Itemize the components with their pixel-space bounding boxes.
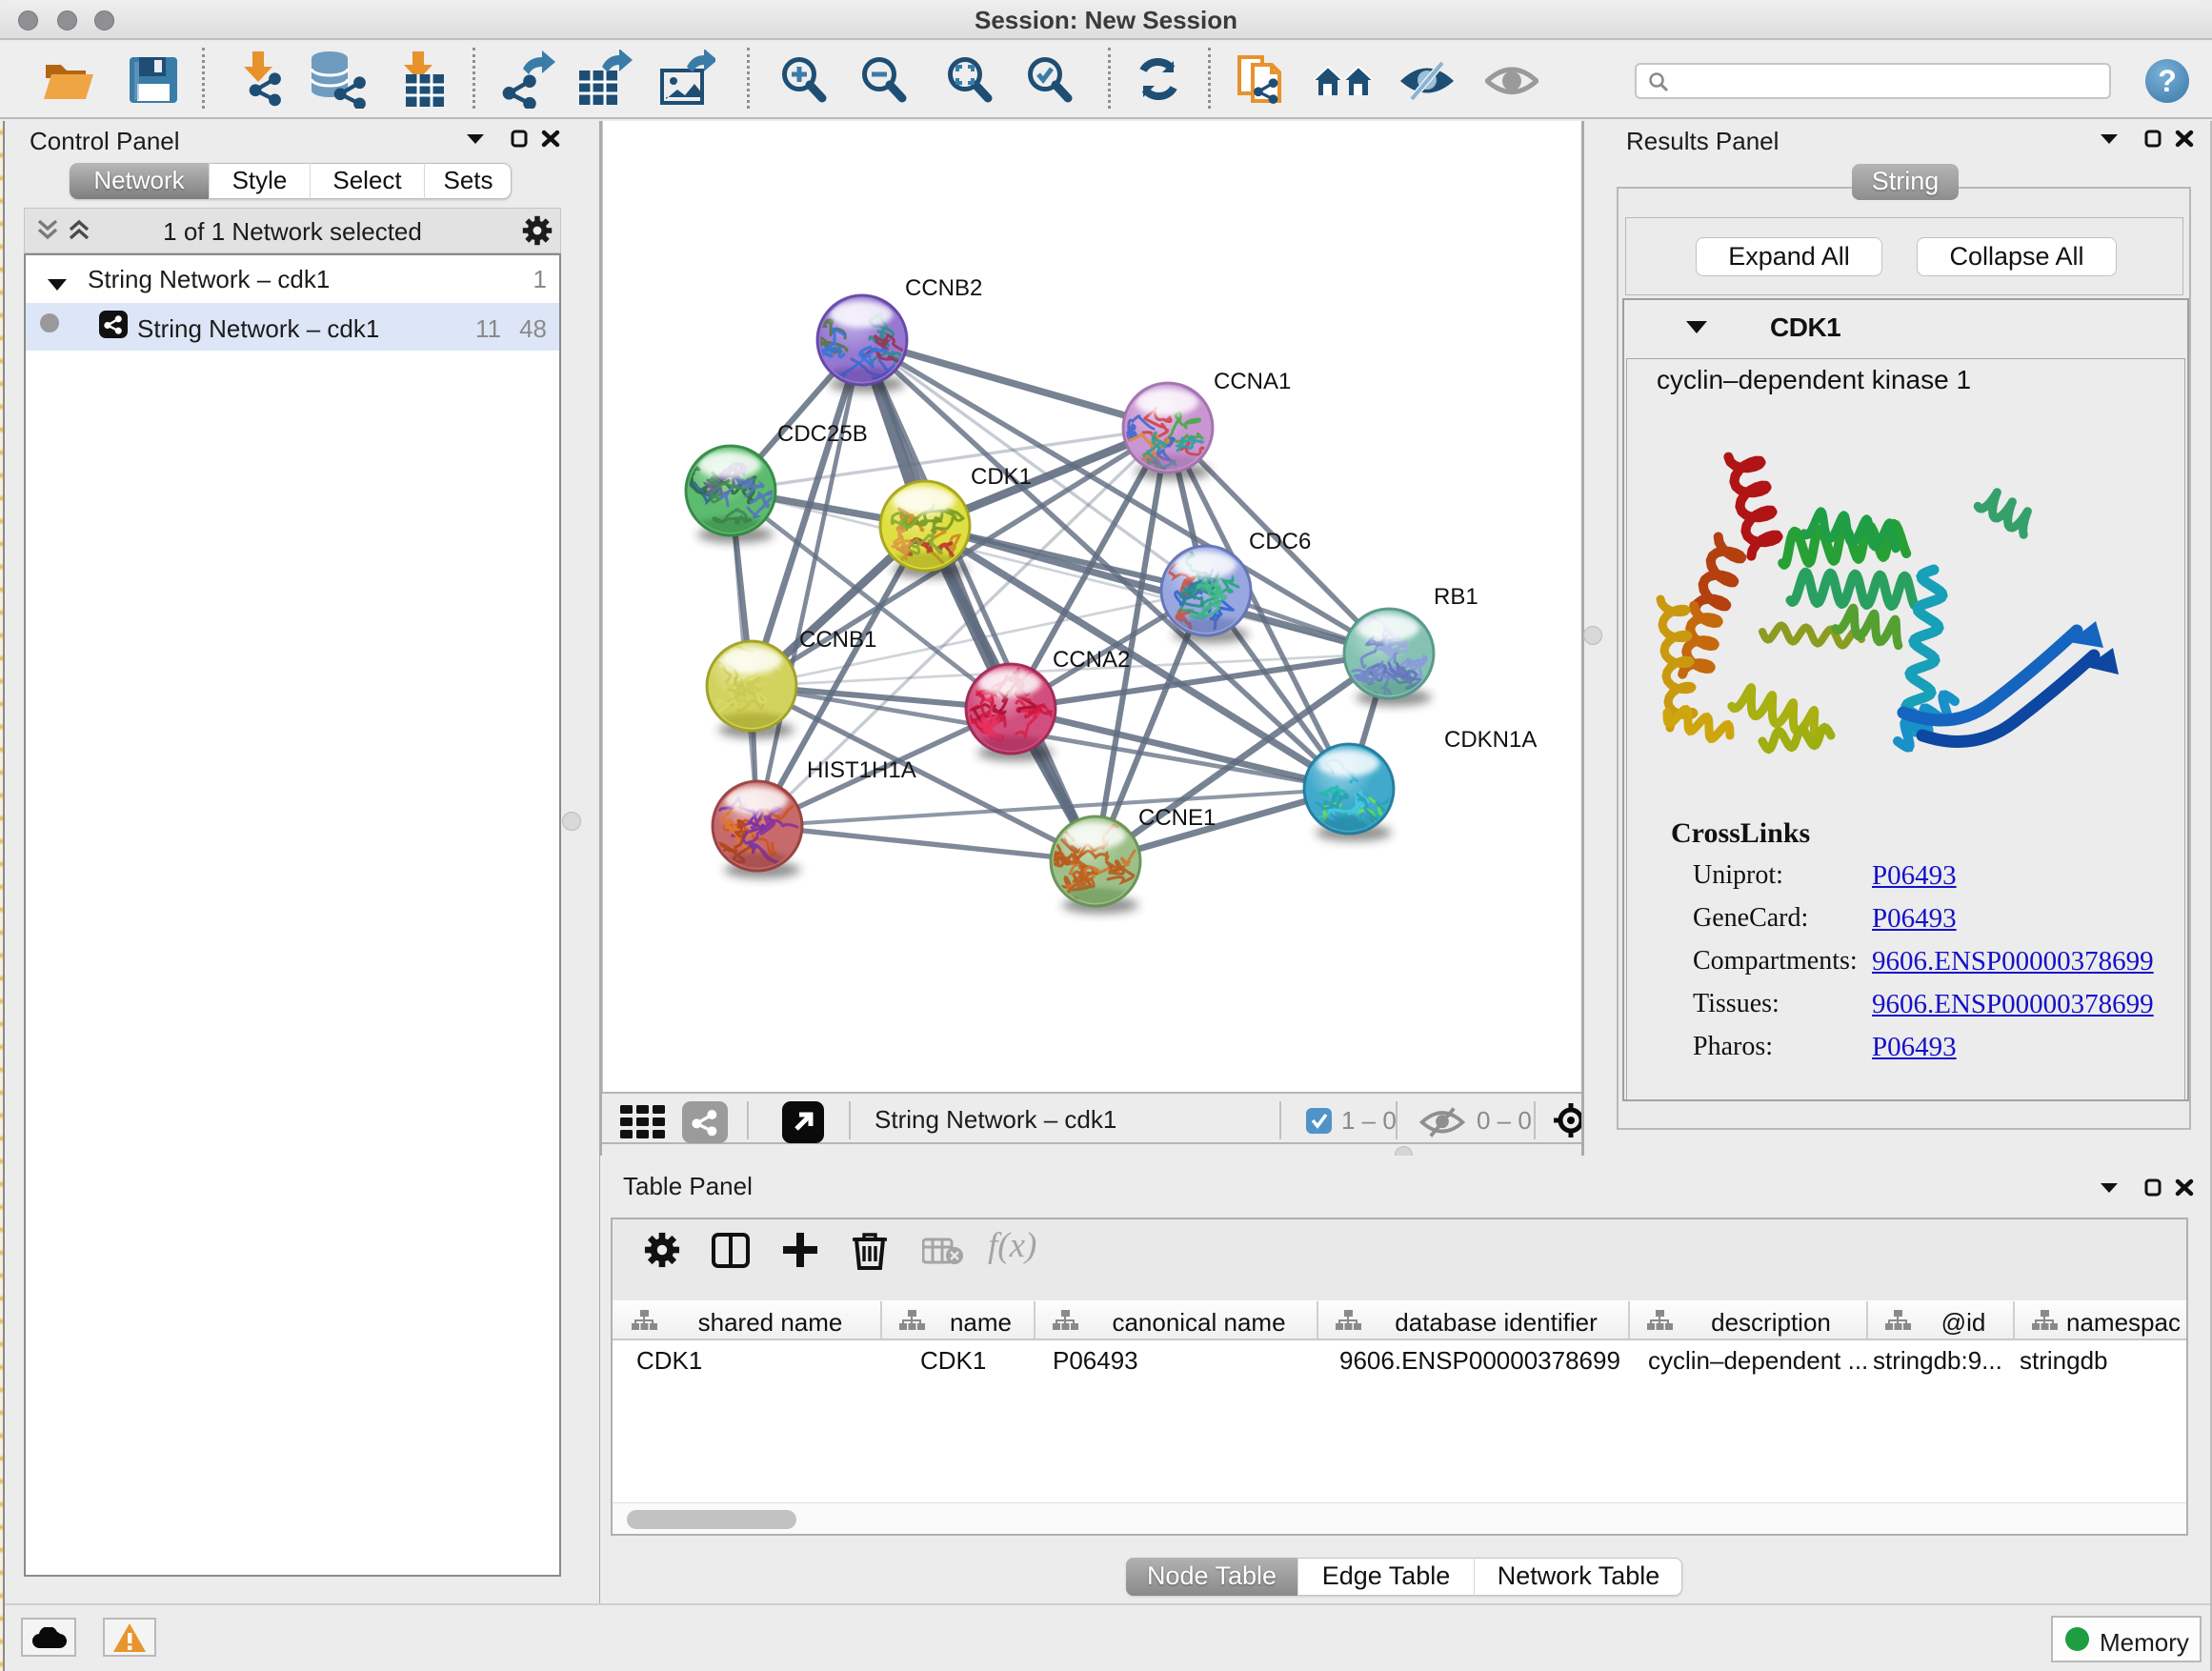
svg-text:CDKN1A: CDKN1A (1444, 727, 1537, 753)
svg-text:CCNA2: CCNA2 (1053, 647, 1130, 673)
svg-text:CDC25B: CDC25B (777, 421, 868, 447)
svg-text:RB1: RB1 (1434, 584, 1478, 610)
svg-text:CCNA1: CCNA1 (1214, 369, 1291, 394)
svg-text:CDC6: CDC6 (1249, 529, 1311, 554)
svg-text:CCNE1: CCNE1 (1138, 805, 1216, 831)
svg-text:CCNB2: CCNB2 (905, 275, 982, 301)
svg-text:HIST1H1A: HIST1H1A (807, 757, 916, 783)
svg-text:CDK1: CDK1 (971, 464, 1032, 490)
svg-text:CCNB1: CCNB1 (799, 627, 876, 653)
